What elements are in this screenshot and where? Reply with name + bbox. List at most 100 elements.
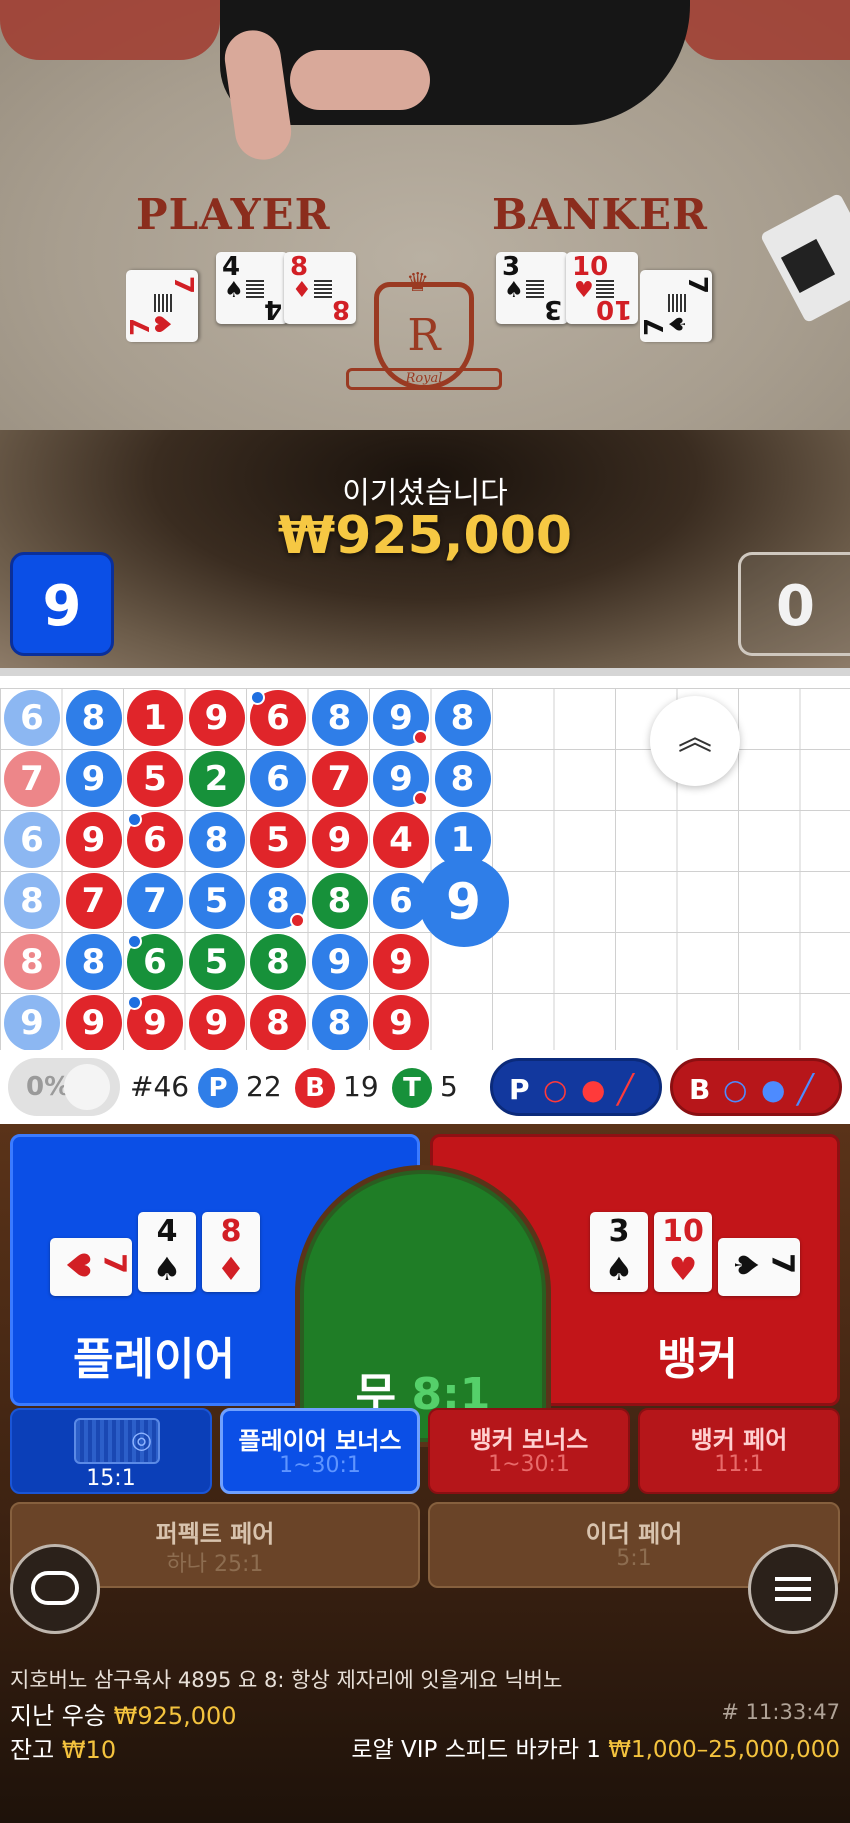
logo-ribbon: Royal [346, 368, 502, 390]
hamburger-menu-icon [775, 1577, 811, 1601]
table-rail-left [0, 0, 220, 60]
bead: 8 [311, 873, 368, 929]
bead: 5 [188, 873, 245, 929]
chat-icon [31, 1571, 79, 1605]
banker-table-card: 3 ♠ 3 [496, 252, 568, 324]
last-win: 지난 우승 ₩925,000 [10, 1696, 237, 1731]
bead: 8 [250, 995, 306, 1050]
side-title-1: 플레이어 보너스 [238, 1427, 402, 1455]
betting-area: 플레이어 뱅커 무 8:1 7♥4♠8♦ 3♠10♥7♠ 15:1 플레이어 보너… [0, 1124, 850, 1823]
bead: 5 [127, 751, 183, 807]
player-hand-card: 8 ♦ [202, 1212, 260, 1292]
bead: 8 [65, 934, 122, 990]
menu-button[interactable] [748, 1544, 838, 1634]
banker-hand-card: 7 ♠ [718, 1238, 800, 1296]
bead: 9 [65, 995, 122, 1050]
player-pair-spot[interactable]: 15:1 [10, 1408, 212, 1494]
bead: 8 [434, 690, 491, 746]
banker-table-label: BANKER [492, 190, 708, 239]
small-road-icon: ● [581, 1073, 606, 1106]
banker-hand-card: 3 ♠ [590, 1212, 648, 1292]
bead: 2 [188, 751, 245, 807]
player-count: 22 [246, 1070, 282, 1103]
bead: 8 [311, 690, 368, 746]
dealer [220, 0, 690, 125]
percent-toggle[interactable]: 0% [8, 1058, 120, 1116]
bead: 8 [434, 751, 491, 807]
side-odds-0: 15:1 [86, 1466, 136, 1491]
banker-table-card: 7 ♠ 7 [640, 270, 712, 342]
player-hand-card: 4 ♠ [138, 1212, 196, 1292]
player-badge: P [198, 1068, 238, 1108]
bead: 9 [188, 690, 245, 746]
banker-score: 0 [738, 552, 850, 656]
banker-pair-spot[interactable]: 뱅커 페어 11:1 [638, 1408, 840, 1494]
bead: 9 [4, 995, 60, 1050]
side-odds-2: 1~30:1 [488, 1452, 570, 1477]
last-win-label: 지난 우승 [10, 1702, 106, 1730]
bead-road[interactable]: 6768898997891567699285596658888798989946… [0, 668, 850, 1050]
perfect-pair-title: 퍼펙트 페어 [155, 1520, 275, 1548]
bead: 7 [127, 873, 183, 929]
player-ask-label: P [509, 1073, 530, 1106]
side-title-2: 뱅커 보너스 [469, 1426, 589, 1454]
last-win-amount: ₩925,000 [113, 1702, 237, 1730]
table-info: 로얄 VIP 스피드 바카라 1 ₩1,000–25,000,000 [300, 1730, 840, 1764]
table-rail-right [680, 0, 850, 60]
live-video: PLAYER BANKER 7 ♥ 7 4 ♠ 4 8 ♦ 8 3 ♠ 3 10 ♥ 10 7 ♠ 7 ♛ R R… [0, 0, 850, 668]
side-odds-3: 11:1 [714, 1452, 764, 1477]
double-chevron-up-icon[interactable]: ︽ [650, 696, 740, 786]
player-table-card: 7 ♥ 7 [126, 270, 198, 342]
bead: 7 [65, 873, 122, 929]
royal-logo: ♛ R Royal [346, 268, 502, 408]
dealer-hand-right [290, 50, 430, 110]
banker-ask-button[interactable]: B ○ ● ╱ [670, 1058, 842, 1116]
balance-label: 잔고 [10, 1736, 55, 1764]
banker-badge: B [295, 1068, 335, 1108]
bead: 9 [311, 934, 368, 990]
bead: 4 [373, 812, 429, 868]
pair-marker [127, 934, 142, 949]
player-bonus-spot[interactable]: 플레이어 보너스 1~30:1 [220, 1408, 420, 1494]
side-title-3: 뱅커 페어 [690, 1426, 788, 1454]
table-limits: ₩1,000–25,000,000 [608, 1737, 840, 1763]
banker-count: 19 [343, 1070, 379, 1103]
balance-amount: ₩10 [61, 1736, 117, 1764]
game-screen: PLAYER BANKER 7 ♥ 7 4 ♠ 4 8 ♦ 8 3 ♠ 3 10 ♥ 10 7 ♠ 7 ♛ R R… [0, 0, 850, 1823]
cockroach-road-icon: ╱ [797, 1073, 814, 1106]
bead: 9 [188, 995, 245, 1050]
bead: 9 [65, 812, 122, 868]
latest-result-bead: 9 [418, 857, 509, 947]
either-pair-title: 이더 페어 [585, 1520, 683, 1548]
chat-button[interactable] [10, 1544, 100, 1634]
logo-letter: R [407, 310, 441, 361]
tie-bet-spot[interactable]: 무 8:1 [300, 1170, 546, 1442]
pair-marker [250, 690, 265, 705]
bead: 9 [373, 934, 429, 990]
pair-marker [127, 995, 142, 1010]
bead: 8 [250, 934, 306, 990]
bead: 5 [250, 812, 306, 868]
bead: 8 [4, 873, 60, 929]
tie-badge: T [392, 1068, 432, 1108]
bead: 9 [65, 751, 122, 807]
bead: 8 [4, 934, 60, 990]
chat-message: 지호버노 삼구육사 4895 요 8: 항상 제자리에 잇을게요 닉버노 [10, 1668, 563, 1692]
bead: 7 [311, 751, 368, 807]
stats-bar: 0% #46 P 22 B 19 T 5 P ○ ● ╱ B ○ ● ╱ [0, 1050, 850, 1124]
round-number: #46 [130, 1070, 190, 1103]
player-ask-button[interactable]: P ○ ● ╱ [490, 1058, 662, 1116]
pair-marker [413, 791, 428, 806]
banker-ask-label: B [689, 1073, 711, 1106]
side-odds-1: 1~30:1 [279, 1453, 361, 1478]
banker-bonus-spot[interactable]: 뱅커 보너스 1~30:1 [428, 1408, 630, 1494]
big-eye-icon: ○ [723, 1073, 748, 1106]
player-table-label: PLAYER [136, 190, 331, 239]
cockroach-road-icon: ╱ [617, 1073, 634, 1106]
pair-cards-icon [74, 1418, 160, 1464]
pair-marker [290, 913, 305, 928]
round-time: # 11:33:47 [721, 1700, 840, 1724]
bead: 9 [373, 995, 429, 1050]
bead: 8 [311, 995, 368, 1050]
tie-count: 5 [440, 1070, 458, 1103]
